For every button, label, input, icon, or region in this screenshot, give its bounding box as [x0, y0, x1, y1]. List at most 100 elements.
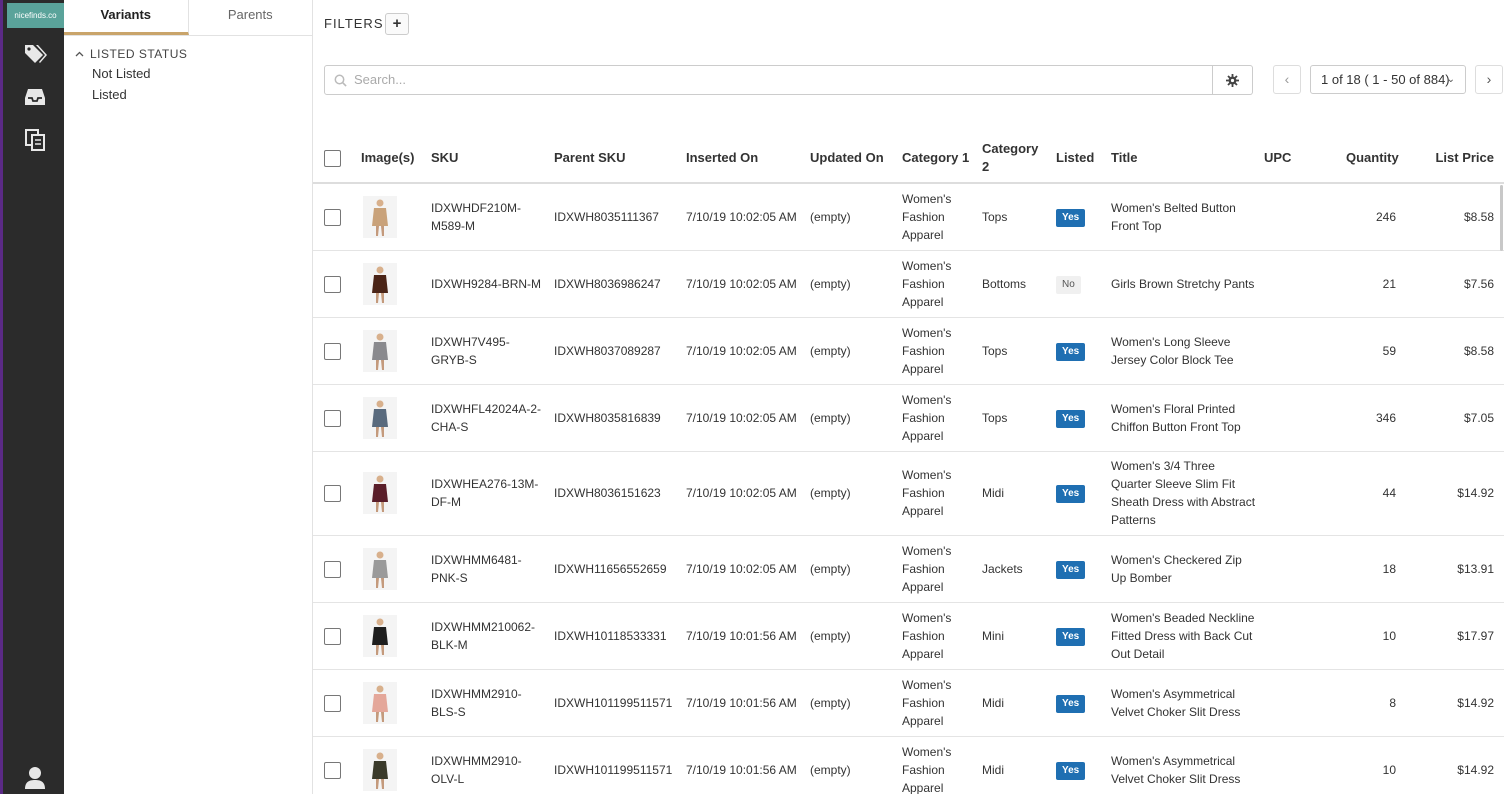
updated-on-cell: (empty) — [806, 535, 898, 603]
category2-cell: Jackets — [978, 535, 1052, 603]
table-row[interactable]: IDXWH7V495-GRYB-S IDXWH8037089287 7/10/19 … — [313, 317, 1504, 385]
search-settings-button[interactable] — [1213, 65, 1253, 95]
table-row[interactable]: IDXWHEA276-13M-DF-M IDXWH8036151623 7/10/1… — [313, 451, 1504, 536]
select-all-checkbox[interactable] — [324, 149, 341, 167]
header-category1[interactable]: Category 1 — [898, 133, 978, 184]
row-checkbox[interactable] — [324, 560, 341, 578]
updated-on-cell: (empty) — [806, 451, 898, 536]
user-icon[interactable] — [22, 764, 48, 790]
header-list-price[interactable]: List Price — [1406, 133, 1504, 184]
product-image[interactable] — [363, 748, 397, 791]
category2-cell: Bottoms — [978, 250, 1052, 318]
quantity-cell: 18 — [1342, 535, 1406, 603]
parent-sku-cell: IDXWH8036986247 — [550, 250, 682, 318]
header-updated-on[interactable]: Updated On — [806, 133, 898, 184]
row-checkbox[interactable] — [324, 275, 341, 293]
table-row[interactable]: IDXWHMM210062-BLK-M IDXWH10118533331 7/10/… — [313, 602, 1504, 670]
category1-cell: Women's Fashion Apparel — [898, 535, 978, 603]
image-cell — [357, 736, 427, 794]
product-image[interactable] — [363, 195, 397, 238]
product-image[interactable] — [363, 547, 397, 590]
category2-cell: Tops — [978, 183, 1052, 251]
app-logo[interactable]: nicefinds.co — [7, 3, 64, 28]
listed-badge: Yes — [1056, 208, 1086, 227]
page-select[interactable]: 1 of 18 ( 1 - 50 of 884) ⌄ — [1310, 65, 1466, 94]
panel-tabs: Variants Parents — [64, 0, 312, 36]
prev-page-button[interactable]: ‹ — [1273, 65, 1301, 94]
title-cell: Women's Beaded Neckline Fitted Dress wit… — [1107, 602, 1260, 670]
header-sku[interactable]: SKU — [427, 133, 550, 184]
row-checkbox[interactable] — [324, 761, 341, 779]
category2-cell: Tops — [978, 317, 1052, 385]
list-price-cell: $14.92 — [1406, 736, 1504, 794]
quantity-cell: 10 — [1342, 602, 1406, 670]
chevron-up-icon — [75, 51, 84, 57]
table-row[interactable]: IDXWHMM2910-BLS-S IDXWH101199511571 7/10/1… — [313, 669, 1504, 737]
header-category2[interactable]: Category 2 — [978, 133, 1052, 184]
listed-badge: Yes — [1056, 485, 1086, 503]
product-image[interactable] — [363, 262, 397, 305]
table-row[interactable]: IDXWHMM6481-PNK-S IDXWH11656552659 7/10/19… — [313, 535, 1504, 603]
tab-parents[interactable]: Parents — [189, 0, 313, 35]
header-inserted-on[interactable]: Inserted On — [682, 133, 806, 184]
inbox-icon[interactable] — [22, 84, 48, 110]
upc-cell — [1260, 535, 1342, 603]
header-upc[interactable]: UPC — [1260, 133, 1342, 184]
search-input[interactable] — [354, 72, 1194, 87]
row-checkbox[interactable] — [324, 208, 341, 226]
image-cell — [357, 451, 427, 536]
option-listed[interactable]: Listed — [92, 87, 127, 102]
inserted-on-cell: 7/10/19 10:01:56 AM — [682, 602, 806, 670]
sku-cell: IDXWHFL42024A-2-CHA-S — [427, 384, 550, 452]
updated-on-cell: (empty) — [806, 384, 898, 452]
table-row[interactable]: IDXWHMM2910-OLV-L IDXWH101199511571 7/10/1… — [313, 736, 1504, 794]
sku-cell: IDXWH7V495-GRYB-S — [427, 317, 550, 385]
product-image[interactable] — [363, 396, 397, 439]
product-image[interactable] — [363, 681, 397, 724]
upc-cell — [1260, 250, 1342, 318]
table-scrollbar[interactable] — [1500, 185, 1503, 251]
product-image[interactable] — [363, 472, 397, 514]
inserted-on-cell: 7/10/19 10:02:05 AM — [682, 317, 806, 385]
listed-cell: Yes — [1052, 535, 1107, 603]
header-parent-sku[interactable]: Parent SKU — [550, 133, 682, 184]
category1-cell: Women's Fashion Apparel — [898, 736, 978, 794]
sku-cell: IDXWHMM2910-BLS-S — [427, 669, 550, 737]
header-images[interactable]: Image(s) — [357, 133, 427, 184]
row-checkbox[interactable] — [324, 409, 341, 427]
sku-cell: IDXWHDF210M-M589-M — [427, 183, 550, 251]
list-price-cell: $8.58 — [1406, 317, 1504, 385]
table-row[interactable]: IDXWHFL42024A-2-CHA-S IDXWH8035816839 7/10… — [313, 384, 1504, 452]
product-image[interactable] — [363, 614, 397, 657]
list-price-cell: $13.91 — [1406, 535, 1504, 603]
parent-sku-cell: IDXWH8037089287 — [550, 317, 682, 385]
table-row[interactable]: IDXWHDF210M-M589-M IDXWH8035111367 7/10/19… — [313, 183, 1504, 251]
documents-icon[interactable] — [22, 127, 48, 153]
listed-cell: Yes — [1052, 384, 1107, 452]
listed-badge: No — [1056, 275, 1081, 294]
add-filter-button[interactable]: + — [385, 13, 409, 35]
sku-cell: IDXWHMM6481-PNK-S — [427, 535, 550, 603]
listed-cell: Yes — [1052, 183, 1107, 251]
tab-variants[interactable]: Variants — [64, 0, 189, 35]
header-quantity[interactable]: Quantity — [1342, 133, 1406, 184]
title-cell: Women's 3/4 Three Quarter Sleeve Slim Fi… — [1107, 451, 1260, 536]
row-checkbox[interactable] — [324, 627, 341, 645]
product-image[interactable] — [363, 329, 397, 372]
category1-cell: Women's Fashion Apparel — [898, 250, 978, 318]
option-not-listed[interactable]: Not Listed — [92, 66, 151, 81]
row-checkbox[interactable] — [324, 342, 341, 360]
title-cell: Women's Asymmetrical Velvet Choker Slit … — [1107, 736, 1260, 794]
row-checkbox[interactable] — [324, 694, 341, 712]
header-title[interactable]: Title — [1107, 133, 1260, 184]
header-listed[interactable]: Listed — [1052, 133, 1107, 184]
next-page-button[interactable]: › — [1475, 65, 1503, 94]
row-checkbox[interactable] — [324, 485, 341, 503]
listed-status-section[interactable]: LISTED STATUS — [75, 47, 187, 61]
inserted-on-cell: 7/10/19 10:01:56 AM — [682, 736, 806, 794]
app-nav-rail: nicefinds.co — [0, 0, 64, 794]
parent-sku-cell: IDXWH8036151623 — [550, 451, 682, 536]
pager-text: 1 of 18 ( 1 - 50 of 884) — [1321, 72, 1450, 87]
table-row[interactable]: IDXWH9284-BRN-M IDXWH8036986247 7/10/19 10… — [313, 250, 1504, 318]
tags-icon[interactable] — [22, 41, 48, 67]
